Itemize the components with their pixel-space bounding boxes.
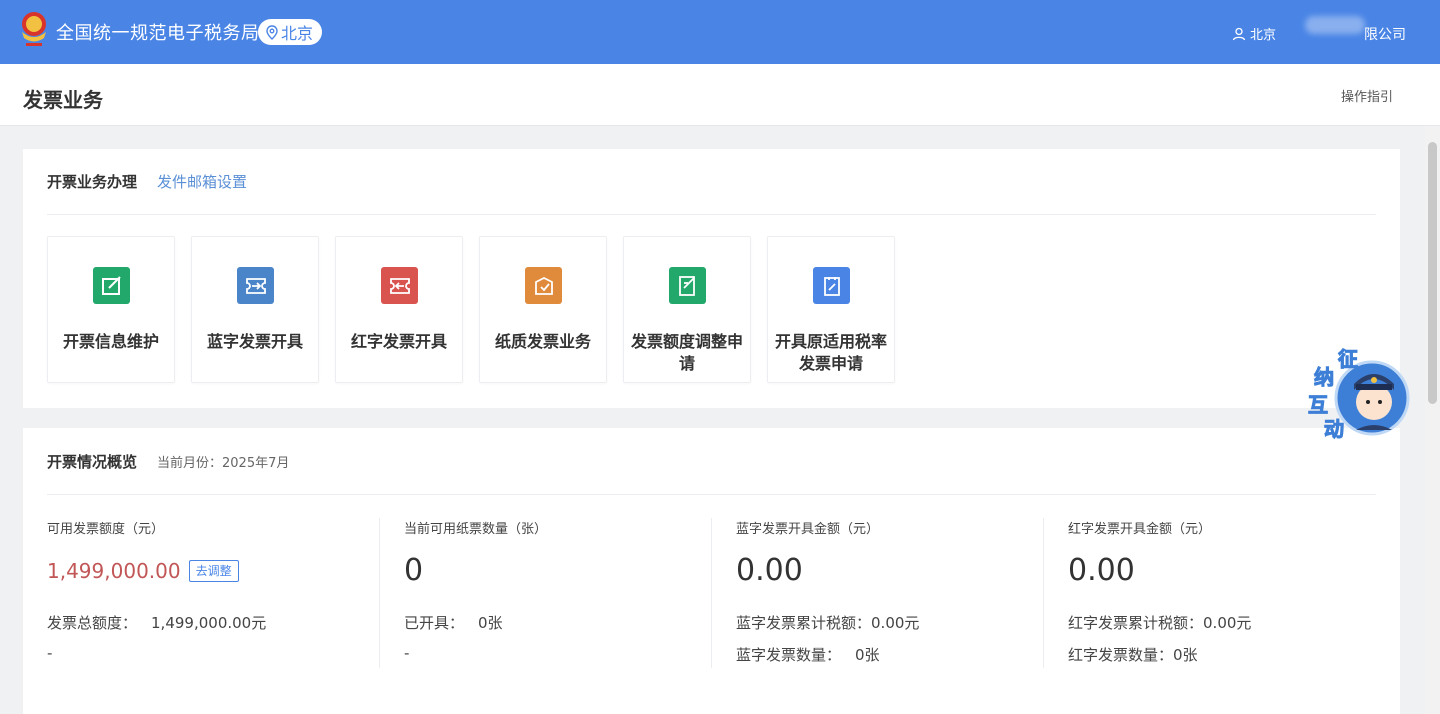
stat-label: 红字发票开具金额（元） (1068, 522, 1212, 537)
paper-invoice-icon (525, 267, 562, 304)
invoice-business-card: 开票业务办理 发件邮箱设置 开票信息维护 蓝字发票开具 红字发票开具 纸质发票业… (23, 149, 1400, 408)
quota-icon (669, 267, 706, 304)
mascot-char: 征 (1338, 347, 1358, 371)
user-menu[interactable]: 北京 (1232, 24, 1276, 43)
user-region-label: 北京 (1250, 28, 1277, 43)
invoice-overview-header: 开票情况概览 当前月份：2025年7月 (47, 428, 1376, 495)
stat-detail-line: 已开具： 0张 (404, 612, 503, 633)
page-header: 发票业务 操作指引 (0, 64, 1440, 126)
stat-detail-line: - (404, 644, 410, 662)
page-scrollbar-thumb[interactable] (1428, 142, 1437, 404)
detail-label: 红字发票累计税额： (1068, 614, 1204, 632)
stat-detail-line: 发票总额度： 1,499,000.00元 (47, 612, 266, 633)
tile-invoice-info[interactable]: 开票信息维护 (47, 236, 175, 383)
tile-label: 开具原适用税率发票申请 (774, 332, 887, 373)
stat-red-amount: 红字发票开具金额（元） 0.00 红字发票累计税额：0.00元 红字发票数量：0… (1043, 518, 1375, 668)
stat-label: 可用发票额度（元） (47, 522, 165, 537)
edit-icon (93, 267, 130, 304)
detail-label: 发票总额度： (47, 614, 138, 632)
stat-value: 0.00 (1068, 553, 1135, 588)
operation-guide-link[interactable]: 操作指引 (1341, 86, 1393, 105)
location-pin-icon (266, 24, 278, 40)
detail-label: 已开具： (404, 614, 465, 632)
invoice-business-title: 开票业务办理 (47, 173, 138, 191)
stat-value: 0 (404, 553, 424, 588)
stat-blue-amount: 蓝字发票开具金额（元） 0.00 蓝字发票累计税额：0.00元 蓝字发票数量： 0… (711, 518, 1043, 668)
region-label: 北京 (281, 24, 314, 43)
detail-label: 红字发票数量： (1068, 646, 1174, 664)
available-quota-value: 1,499,000.00 (47, 559, 181, 583)
tile-label: 开票信息维护 (62, 332, 159, 351)
user-icon (1232, 27, 1246, 40)
clipboard-icon (813, 267, 850, 304)
invoice-overview-title: 开票情况概览 (47, 452, 138, 471)
detail-value: 0.00元 (871, 614, 920, 632)
mascot-char: 动 (1324, 417, 1344, 441)
stat-value: 0.00 (736, 553, 803, 588)
invoice-out-icon (381, 267, 418, 304)
tile-label: 红字发票开具 (350, 332, 447, 351)
stat-paper-count: 当前可用纸票数量（张） 0 已开具： 0张 - (379, 518, 711, 668)
stat-detail-line: 蓝字发票数量： 0张 (736, 644, 880, 665)
stat-detail-line: - (47, 644, 53, 662)
stat-label: 蓝字发票开具金额（元） (736, 522, 880, 537)
tile-label: 蓝字发票开具 (206, 332, 303, 351)
current-month-label: 当前月份：2025年7月 (157, 455, 290, 471)
detail-value: 0张 (478, 614, 503, 632)
detail-value: 0张 (1173, 646, 1198, 664)
tile-red-invoice[interactable]: 红字发票开具 (335, 236, 463, 383)
stat-label: 当前可用纸票数量（张） (404, 522, 548, 537)
detail-label: 蓝字发票数量： (736, 646, 842, 664)
top-navigation-bar: 全国统一规范电子税务局 北京 北京 限公司 (0, 0, 1440, 64)
tile-quota-adjust[interactable]: 发票额度调整申请 (623, 236, 751, 383)
mascot-char: 纳 (1314, 365, 1334, 389)
stat-detail-line: 红字发票数量：0张 (1068, 644, 1198, 665)
adjust-quota-button[interactable]: 去调整 (188, 560, 239, 582)
stat-available-quota: 可用发票额度（元） 1,499,000.00 去调整 发票总额度： 1,499,0… (47, 518, 379, 668)
tax-emblem-icon (22, 12, 46, 46)
tile-original-tax-rate[interactable]: 开具原适用税率发票申请 (767, 236, 895, 383)
tile-label: 发票额度调整申请 (630, 332, 743, 373)
mail-settings-link[interactable]: 发件邮箱设置 (157, 171, 247, 192)
stat-value: 1,499,000.00 去调整 (47, 559, 239, 583)
tile-label: 纸质发票业务 (494, 332, 591, 351)
business-tiles: 开票信息维护 蓝字发票开具 红字发票开具 纸质发票业务 发票额度调整申请 开具原… (47, 236, 895, 383)
detail-value: 1,499,000.00元 (151, 614, 267, 632)
invoice-business-header: 开票业务办理 发件邮箱设置 (47, 149, 1376, 215)
invoice-in-icon (237, 267, 274, 304)
site-title: 全国统一规范电子税务局 (56, 23, 260, 44)
interaction-assistant-button[interactable]: 征 纳 互 动 (1300, 342, 1412, 446)
stat-detail-line: 蓝字发票累计税额：0.00元 (736, 612, 919, 633)
stat-detail-line: 红字发票累计税额：0.00元 (1068, 612, 1251, 633)
page-title: 发票业务 (23, 88, 103, 112)
tile-paper-invoice[interactable]: 纸质发票业务 (479, 236, 607, 383)
company-name[interactable]: 限公司 (1364, 24, 1406, 44)
region-selector[interactable]: 北京 (258, 19, 323, 45)
mascot-char: 互 (1308, 393, 1328, 417)
detail-value: 0张 (855, 646, 880, 664)
invoice-overview-card: 开票情况概览 当前月份：2025年7月 可用发票额度（元） 1,499,000.… (23, 428, 1400, 714)
company-name-redacted (1305, 16, 1365, 34)
detail-value: 0.00元 (1203, 614, 1252, 632)
detail-label: 蓝字发票累计税额： (736, 614, 872, 632)
tile-blue-invoice[interactable]: 蓝字发票开具 (191, 236, 319, 383)
overview-stats: 可用发票额度（元） 1,499,000.00 去调整 发票总额度： 1,499,0… (47, 518, 1376, 668)
